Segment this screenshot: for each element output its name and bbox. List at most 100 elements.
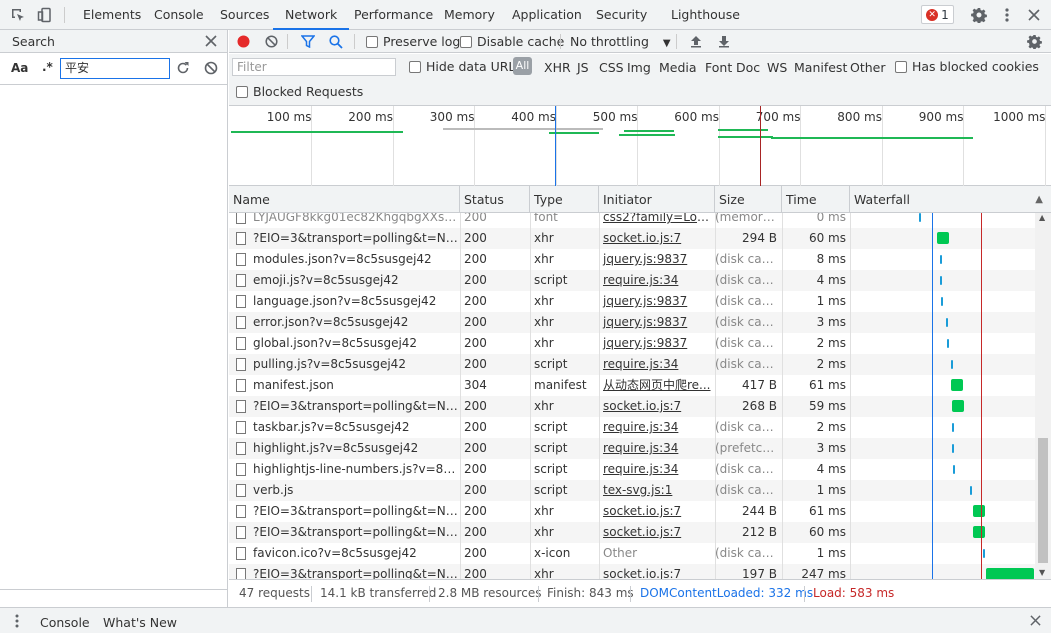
cell-initiator[interactable]: require.js:34 [599, 417, 713, 438]
preserve-log-checkbox[interactable]: Preserve log [366, 34, 460, 49]
tab-console[interactable]: Console [154, 0, 204, 30]
cell-initiator[interactable]: css2?family=Long... [599, 213, 713, 228]
filter-type-manifest[interactable]: Manifest [794, 60, 847, 75]
tab-performance[interactable]: Performance [354, 0, 433, 30]
tab-sources[interactable]: Sources [220, 0, 269, 30]
has-blocked-cookies-checkbox[interactable]: Has blocked cookies [895, 59, 1039, 74]
filter-type-js[interactable]: JS [577, 60, 589, 75]
inspect-element-icon[interactable] [9, 6, 27, 24]
drawer-menu-icon[interactable] [15, 614, 19, 631]
table-row[interactable]: favicon.ico?v=8c5susgej42 200 x-icon Other(… [229, 543, 1035, 564]
filter-type-img[interactable]: Img [627, 60, 651, 75]
filter-type-other[interactable]: Other [850, 60, 886, 75]
scroll-up-icon[interactable]: ▲ [1039, 213, 1045, 222]
tab-lighthouse[interactable]: Lighthouse [671, 0, 740, 30]
filter-type-css[interactable]: CSS [599, 60, 624, 75]
blocked-requests-checkbox[interactable]: Blocked Requests [236, 84, 363, 99]
cell-initiator[interactable]: Other [599, 543, 713, 564]
filter-type-all[interactable]: All [513, 57, 532, 75]
import-har-icon[interactable] [690, 35, 702, 51]
cell-initiator[interactable]: tex-svg.js:1 [599, 480, 713, 501]
table-row[interactable]: error.json?v=8c5susgej42 200 xhr jquery.js:… [229, 312, 1035, 333]
column-initiator[interactable]: Initiator [599, 186, 715, 213]
cell-size: 268 B [742, 399, 777, 413]
clear-log-icon[interactable] [265, 35, 278, 51]
column-waterfall[interactable]: Waterfall ▲ [850, 186, 1051, 213]
table-row[interactable]: verb.js 200 script tex-svg.js:1 (disk cac...… [229, 480, 1035, 501]
filter-type-font[interactable]: Font [705, 60, 732, 75]
cell-initiator[interactable]: socket.io.js:7 [599, 396, 713, 417]
cell-initiator[interactable]: require.js:34 [599, 459, 713, 480]
column-size[interactable]: Size [715, 186, 782, 213]
network-settings-gear-icon[interactable] [1027, 34, 1042, 52]
table-row[interactable]: pulling.js?v=8c5susgej42 200 script require… [229, 354, 1035, 375]
export-har-icon[interactable] [718, 35, 730, 51]
table-row[interactable]: highlight.js?v=8c5susgej42 200 script requi… [229, 438, 1035, 459]
filter-type-doc[interactable]: Doc [736, 60, 760, 75]
column-time[interactable]: Time [782, 186, 850, 213]
filter-icon[interactable] [300, 35, 316, 51]
cell-initiator[interactable]: socket.io.js:7 [599, 228, 713, 249]
settings-gear-icon[interactable] [970, 6, 988, 24]
column-type[interactable]: Type [530, 186, 599, 213]
column-status[interactable]: Status [460, 186, 530, 213]
table-row[interactable]: modules.json?v=8c5susgej42 200 xhr jquery.j… [229, 249, 1035, 270]
tab-network[interactable]: Network [273, 0, 350, 30]
drawer-tab-whats-new[interactable]: What's New [103, 615, 177, 630]
cell-initiator[interactable]: socket.io.js:7 [599, 564, 713, 579]
cell-initiator[interactable]: require.js:34 [599, 354, 713, 375]
table-row[interactable]: LYJAUGF8kkg01ec82KhgqbgXXsWsM... 200 font c… [229, 213, 1035, 228]
cell-initiator[interactable]: 从动态网页中爬re... [599, 375, 713, 396]
table-row[interactable]: ?EIO=3&transport=polling&t=NZGX... 200 xhr… [229, 396, 1035, 417]
close-devtools-icon[interactable] [1025, 6, 1043, 24]
cell-initiator[interactable]: socket.io.js:7 [599, 501, 713, 522]
column-name[interactable]: Name [229, 186, 460, 213]
filter-type-ws[interactable]: WS [767, 60, 787, 75]
search-icon[interactable] [329, 35, 343, 52]
clear-search-icon[interactable] [204, 61, 218, 78]
tab-application[interactable]: Application [512, 0, 582, 30]
error-count-badge[interactable]: ✕ 1 [921, 5, 954, 24]
scrollbar-thumb[interactable] [1038, 438, 1048, 563]
table-row[interactable]: taskbar.js?v=8c5susgej42 200 script require… [229, 417, 1035, 438]
cell-initiator[interactable]: socket.io.js:7 [599, 522, 713, 543]
tab-memory[interactable]: Memory [444, 0, 495, 30]
cell-initiator[interactable]: jquery.js:9837 [599, 291, 713, 312]
cell-initiator[interactable]: jquery.js:9837 [599, 333, 713, 354]
table-row[interactable]: ?EIO=3&transport=polling&t=NZGX... 200 xhr… [229, 522, 1035, 543]
cell-initiator[interactable]: jquery.js:9837 [599, 249, 713, 270]
table-row[interactable]: manifest.json 304 manifest 从动态网页中爬re... 417 … [229, 375, 1035, 396]
tab-elements[interactable]: Elements [83, 0, 141, 30]
table-scrollbar[interactable]: ▲ ▼ [1035, 213, 1051, 579]
match-case-toggle[interactable]: Aa [11, 61, 28, 75]
throttling-select[interactable]: No throttling ▼ [570, 34, 671, 49]
search-input[interactable]: 平安 [60, 58, 170, 79]
cell-initiator[interactable]: jquery.js:9837 [599, 312, 713, 333]
cell-initiator[interactable]: require.js:34 [599, 270, 713, 291]
scroll-down-icon[interactable]: ▼ [1039, 568, 1045, 577]
table-row[interactable]: language.json?v=8c5susgej42 200 xhr jquery.… [229, 291, 1035, 312]
close-search-icon[interactable] [205, 35, 217, 50]
disable-cache-checkbox[interactable]: Disable cache [460, 34, 564, 49]
tab-security[interactable]: Security [596, 0, 647, 30]
overview-timeline[interactable]: 100 ms 200 ms 300 ms 400 ms 500 ms 600 ms 700 … [229, 106, 1051, 186]
hide-data-urls-checkbox[interactable]: Hide data URLs [409, 59, 522, 74]
refresh-search-icon[interactable] [176, 61, 190, 78]
transferred-size: 14.1 kB transferred [320, 586, 437, 600]
filter-type-xhr[interactable]: XHR [544, 60, 571, 75]
close-drawer-icon[interactable] [1030, 615, 1041, 629]
filter-input[interactable]: Filter [232, 58, 396, 76]
table-row[interactable]: ?EIO=3&transport=polling&t=NZGX... 200 xhr… [229, 564, 1035, 579]
table-row[interactable]: ?EIO=3&transport=polling&t=NZGX... 200 xhr… [229, 228, 1035, 249]
table-row[interactable]: emoji.js?v=8c5susgej42 200 script require.j… [229, 270, 1035, 291]
table-row[interactable]: highlightjs-line-numbers.js?v=8c5su... 20… [229, 459, 1035, 480]
regex-toggle[interactable]: .* [42, 60, 53, 74]
table-row[interactable]: ?EIO=3&transport=polling&t=NZGX... 200 xhr… [229, 501, 1035, 522]
filter-type-media[interactable]: Media [659, 60, 697, 75]
record-icon[interactable] [237, 35, 250, 51]
table-row[interactable]: global.json?v=8c5susgej42 200 xhr jquery.js… [229, 333, 1035, 354]
drawer-tab-console[interactable]: Console [40, 615, 90, 630]
device-toolbar-icon[interactable] [36, 6, 54, 24]
more-options-icon[interactable] [998, 6, 1016, 24]
cell-initiator[interactable]: require.js:34 [599, 438, 713, 459]
